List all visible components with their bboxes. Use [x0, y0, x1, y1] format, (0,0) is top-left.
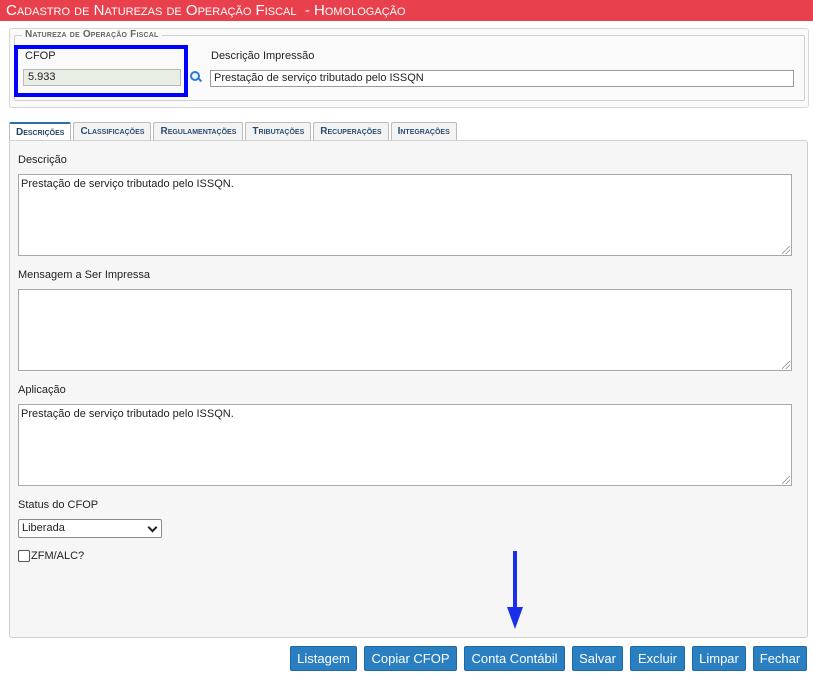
arrow-down-icon — [507, 607, 523, 629]
natureza-legend: Natureza de Operação Fiscal — [22, 29, 162, 40]
aplicacao-label: Aplicação — [18, 384, 66, 396]
listagem-button[interactable]: Listagem — [290, 646, 357, 671]
tab-bar: Descrições Classificações Regulamentaçõe… — [9, 122, 459, 141]
descricao-textarea[interactable]: Prestação de serviço tributado pelo ISSQ… — [18, 174, 792, 256]
status-select[interactable]: Liberada — [18, 519, 162, 538]
mensagem-textarea[interactable] — [18, 289, 792, 371]
tab-regulamentacoes[interactable]: Regulamentações — [153, 122, 244, 140]
resize-grip-icon[interactable] — [782, 361, 790, 369]
resize-grip-icon[interactable] — [782, 476, 790, 484]
zfm-checkbox[interactable] — [18, 550, 30, 562]
fechar-button[interactable]: Fechar — [753, 646, 807, 671]
aplicacao-textarea[interactable]: Prestação de serviço tributado pelo ISSQ… — [18, 404, 792, 486]
descricao-text: Prestação de serviço tributado pelo ISSQ… — [21, 178, 234, 190]
mensagem-label: Mensagem a Ser Impressa — [18, 269, 151, 281]
window-title-bar: Cadastro de Naturezas de Operação Fiscal… — [0, 0, 813, 21]
tab-classificacoes[interactable]: Classificações — [73, 122, 152, 140]
tab-integracoes[interactable]: Integrações — [390, 122, 457, 140]
environment-label: - Homologação — [304, 2, 406, 19]
chevron-down-icon — [147, 522, 158, 533]
copiar-cfop-button[interactable]: Copiar CFOP — [364, 646, 457, 671]
tab-descricoes[interactable]: Descrições — [9, 122, 72, 141]
desc-impressao-label: Descrição Impressão — [211, 50, 315, 62]
search-icon[interactable] — [190, 71, 200, 81]
window-title: Cadastro de Naturezas de Operação Fiscal — [6, 2, 297, 19]
aplicacao-text: Prestação de serviço tributado pelo ISSQ… — [21, 408, 234, 420]
tab-recuperacoes[interactable]: Recuperações — [313, 122, 389, 140]
excluir-button[interactable]: Excluir — [630, 646, 685, 671]
zfm-label: ZFM/ALC? — [31, 550, 85, 562]
status-selected-value: Liberada — [22, 522, 65, 534]
desc-impressao-input[interactable]: Prestação de serviço tributado pelo ISSQ… — [210, 70, 794, 87]
salvar-button[interactable]: Salvar — [572, 646, 623, 671]
tab-tributacoes[interactable]: Tributações — [245, 122, 312, 140]
status-label: Status do CFOP — [18, 499, 99, 511]
descricao-label: Descrição — [18, 154, 67, 166]
cfop-highlight-box — [14, 45, 188, 97]
limpar-button[interactable]: Limpar — [692, 646, 746, 671]
resize-grip-icon[interactable] — [782, 246, 790, 254]
conta-contabil-button[interactable]: Conta Contábil — [464, 646, 565, 671]
